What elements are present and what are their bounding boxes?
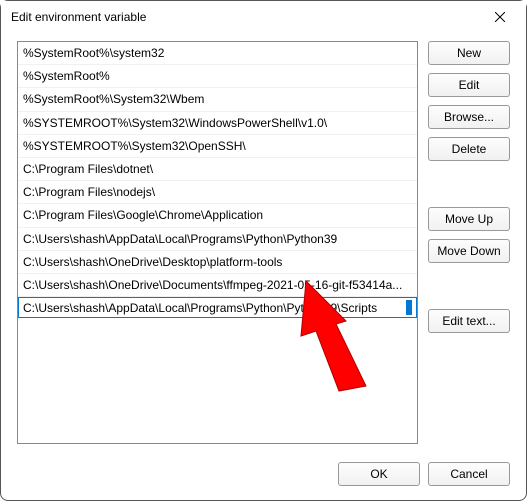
move-down-button[interactable]: Move Down <box>428 239 510 263</box>
close-button[interactable] <box>480 3 520 31</box>
window-title: Edit environment variable <box>11 10 480 24</box>
dialog-footer: OK Cancel <box>338 462 510 486</box>
browse-button[interactable]: Browse... <box>428 105 510 129</box>
new-button[interactable]: New <box>428 41 510 65</box>
list-item[interactable]: %SystemRoot%\system32 <box>18 42 417 65</box>
move-up-button[interactable]: Move Up <box>428 207 510 231</box>
list-item[interactable]: %SystemRoot%\System32\Wbem <box>18 88 417 111</box>
list-item[interactable]: C:\Users\shash\OneDrive\Documents\ffmpeg… <box>18 274 417 297</box>
spacer <box>428 169 510 199</box>
delete-button[interactable]: Delete <box>428 137 510 161</box>
path-listbox[interactable]: %SystemRoot%\system32 %SystemRoot% %Syst… <box>17 41 418 444</box>
edit-text-button[interactable]: Edit text... <box>428 309 510 333</box>
side-button-panel: New Edit Browse... Delete Move Up Move D… <box>428 41 510 444</box>
list-item[interactable]: %SYSTEMROOT%\System32\OpenSSH\ <box>18 135 417 158</box>
list-item[interactable]: C:\Users\shash\AppData\Local\Programs\Py… <box>18 228 417 251</box>
titlebar: Edit environment variable <box>1 1 526 33</box>
edit-button[interactable]: Edit <box>428 73 510 97</box>
list-item[interactable]: C:\Program Files\Google\Chrome\Applicati… <box>18 204 417 227</box>
list-item[interactable]: %SYSTEMROOT%\System32\WindowsPowerShell\… <box>18 112 417 135</box>
content-area: %SystemRoot%\system32 %SystemRoot% %Syst… <box>17 41 510 444</box>
path-edit-input[interactable] <box>23 301 405 315</box>
list-item[interactable]: C:\Users\shash\OneDrive\Desktop\platform… <box>18 251 417 274</box>
ok-button[interactable]: OK <box>338 462 420 486</box>
close-icon <box>495 12 505 22</box>
list-item[interactable]: C:\Program Files\dotnet\ <box>18 158 417 181</box>
list-item[interactable]: C:\Program Files\nodejs\ <box>18 181 417 204</box>
cancel-button[interactable]: Cancel <box>428 462 510 486</box>
list-item-editing[interactable] <box>18 297 417 318</box>
text-cursor <box>406 300 412 315</box>
spacer <box>428 271 510 301</box>
list-item[interactable]: %SystemRoot% <box>18 65 417 88</box>
